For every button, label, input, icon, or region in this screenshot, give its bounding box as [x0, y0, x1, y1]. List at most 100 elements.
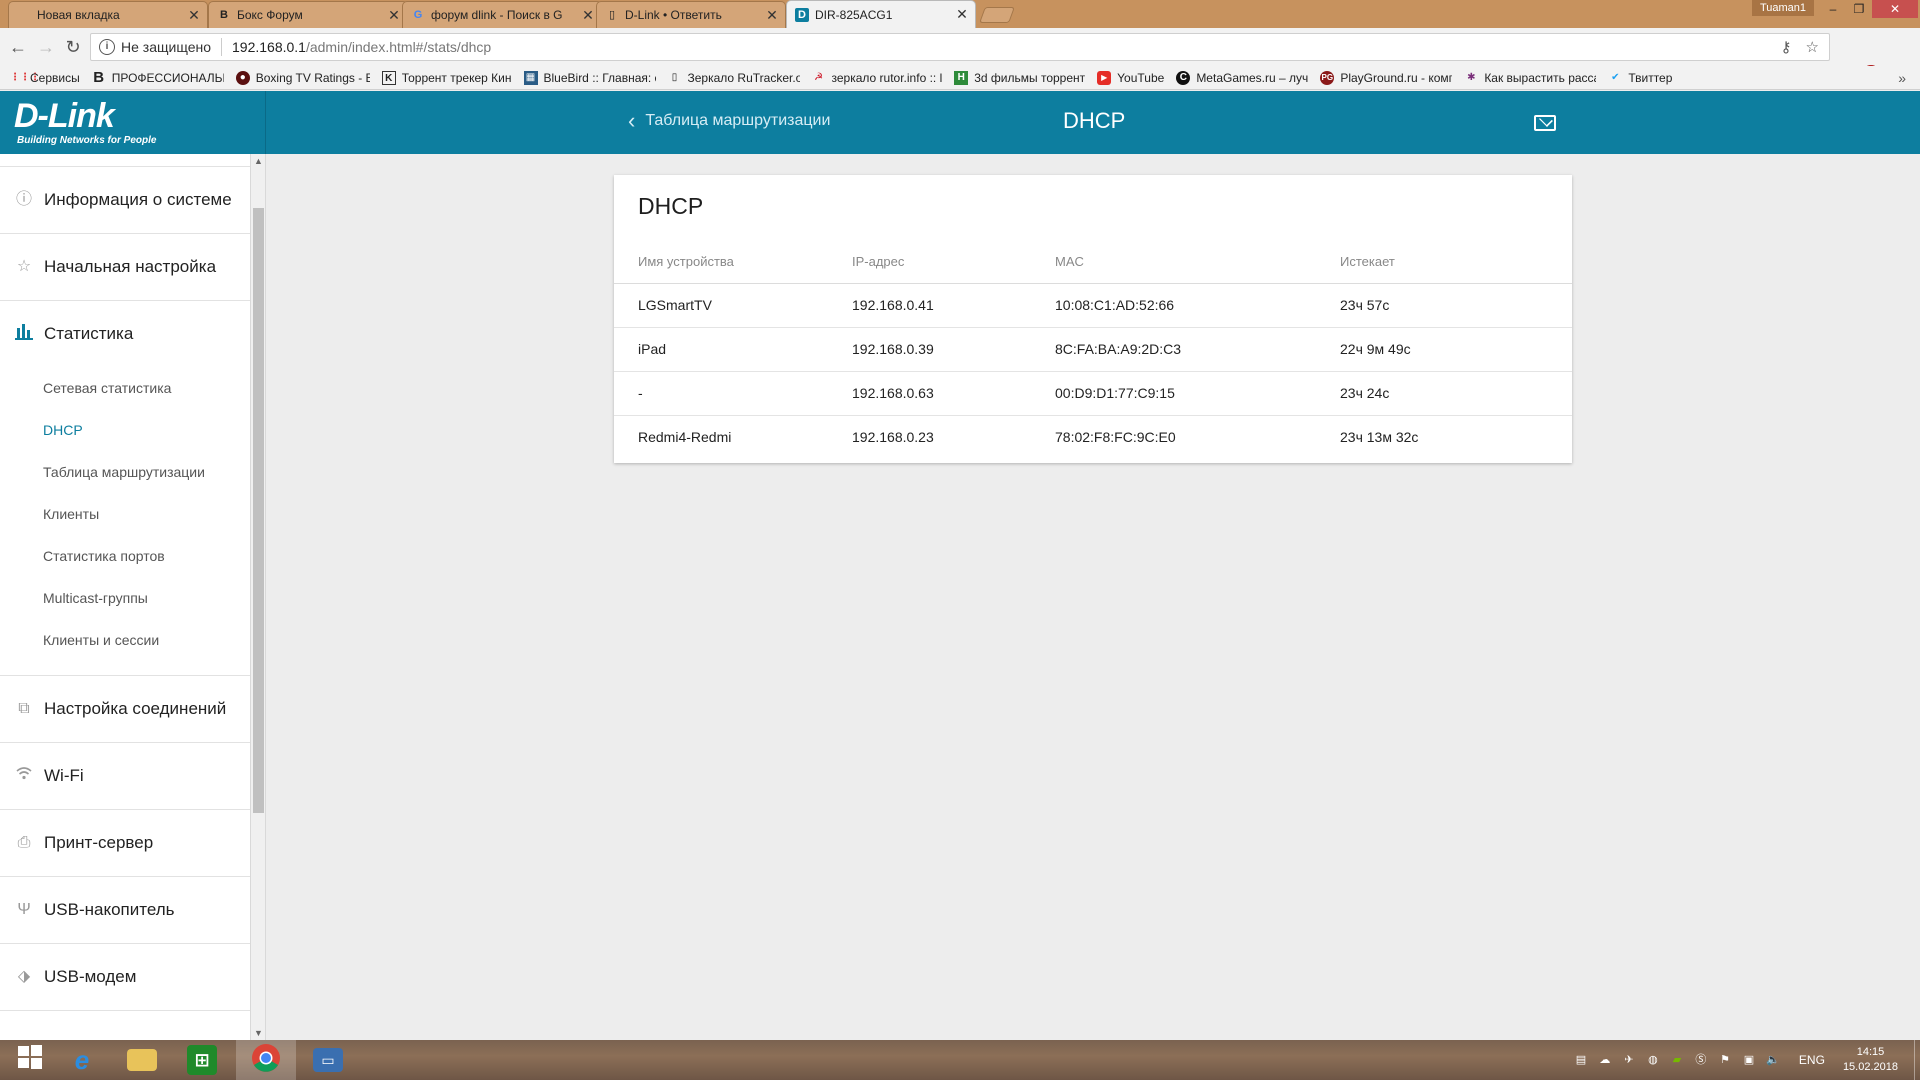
sidebar-item-usb-storage[interactable]: Ψ USB-накопитель	[0, 877, 250, 943]
taskbar-chrome[interactable]	[236, 1040, 296, 1080]
taskbar-store[interactable]: ⊞	[172, 1040, 232, 1080]
mac-cell: 00:D9:D1:77:C9:15	[1055, 371, 1340, 416]
network-share-icon[interactable]: ▤	[1573, 1052, 1589, 1068]
taskbar-remote-desktop[interactable]: ▭	[298, 1040, 358, 1080]
bookmarks-overflow-icon[interactable]: »	[1898, 66, 1906, 90]
scroll-up-arrow-icon[interactable]: ▲	[254, 156, 263, 166]
nvidia-icon[interactable]: ▰	[1669, 1052, 1685, 1068]
chrome-icon	[251, 1043, 281, 1078]
bookmark-item[interactable]: ✔ Твиттер	[1608, 71, 1672, 85]
sidebar-subitem-routing-table[interactable]: Таблица маршрутизации	[0, 451, 250, 493]
mail-icon[interactable]	[1534, 115, 1556, 131]
sidebar-item-connections[interactable]: ⧉ Настройка соединений	[0, 676, 250, 742]
language-indicator[interactable]: ENG	[1799, 1053, 1825, 1067]
info-icon[interactable]: i	[99, 39, 115, 55]
clock[interactable]: 14:15 15.02.2018	[1843, 1045, 1898, 1075]
bookmark-item[interactable]: ● Boxing TV Ratings - E	[235, 70, 370, 85]
close-icon[interactable]: ✕	[953, 6, 971, 23]
sidebar-item-initial-setup[interactable]: ☆ Начальная настройка	[0, 234, 250, 300]
printer-icon: ⎙	[17, 834, 31, 851]
sidebar-subitem-network-stats[interactable]: Сетевая статистика	[0, 367, 250, 409]
skype-icon[interactable]: Ⓢ	[1693, 1052, 1709, 1068]
sidebar-item-statistics[interactable]: Статистика	[0, 301, 250, 367]
forward-arrow-icon[interactable]: →	[36, 37, 56, 57]
ip-cell: 192.168.0.39	[852, 327, 1055, 372]
new-tab-button[interactable]	[979, 7, 1015, 23]
h-logo-icon: H	[954, 70, 969, 85]
ip-cell: 192.168.0.41	[852, 283, 1055, 328]
browser-tray-icon[interactable]: ◍	[1645, 1052, 1661, 1068]
tab-dlink-reply[interactable]: ▯ D-Link • Ответить ✕	[596, 1, 786, 28]
sidebar-scrollbar[interactable]: ▲ ▼	[250, 154, 266, 1040]
sidebar-subitem-multicast-groups[interactable]: Multicast-группы	[0, 577, 250, 619]
statistics-submenu: Сетевая статистика DHCP Таблица маршрути…	[0, 367, 250, 675]
restore-icon[interactable]: ❐	[1846, 0, 1872, 18]
url-input[interactable]: i Не защищено 192.168.0.1 /admin/index.h…	[90, 33, 1830, 61]
bookmark-item[interactable]: ✱ Как вырастить расса	[1464, 71, 1596, 85]
apps-grid-icon: ⋮⋮⋮	[10, 71, 40, 83]
bar-chart-icon	[14, 324, 34, 344]
address-bar-row: ← → ↻ i Не защищено 192.168.0.1 /admin/i…	[0, 28, 1920, 84]
dlink-logo[interactable]: D-Link Building Networks for People	[0, 91, 266, 154]
bookmark-item[interactable]: C MetaGames.ru – лучш	[1176, 70, 1308, 85]
close-icon[interactable]: ✕	[185, 7, 203, 24]
tab-box-forum[interactable]: B Бокс Форум ✕	[208, 1, 408, 28]
profile-badge[interactable]: Tuaman1	[1752, 0, 1814, 16]
sidebar-group-wifi: Wi-Fi	[0, 743, 250, 810]
tab-dir-825acg1[interactable]: D DIR-825ACG1 ✕	[786, 0, 976, 28]
back-link-label: Таблица маршрутизации	[645, 112, 831, 129]
network-icon[interactable]: ▣	[1741, 1052, 1757, 1068]
bookmark-item[interactable]: ☭ зеркало rutor.info :: l	[812, 71, 942, 85]
bookmark-item[interactable]: K Торрент трекер Кин	[381, 70, 512, 85]
window-close-icon[interactable]: ✕	[1872, 0, 1918, 18]
vk-b-icon: B	[220, 9, 228, 21]
divider	[221, 38, 222, 56]
sidebar-item-label: USB-модем	[44, 967, 137, 986]
wifi-icon	[14, 766, 34, 786]
bookmark-star-icon[interactable]: ☆	[1806, 38, 1819, 56]
close-icon[interactable]: ✕	[385, 7, 403, 24]
taskbar-file-explorer[interactable]	[112, 1040, 172, 1080]
show-desktop-button[interactable]	[1914, 1040, 1920, 1080]
bookmark-item[interactable]: H 3d фильмы торрент	[954, 70, 1085, 85]
bookmark-item[interactable]: ▦ BlueBird :: Главная: с	[523, 70, 656, 85]
back-arrow-icon[interactable]: ←	[8, 37, 28, 57]
bookmark-item[interactable]: ▯ Зеркало RuTracker.o	[668, 71, 800, 85]
system-tray: ▤ ☁ ✈ ◍ ▰ Ⓢ ⚑ ▣ 🔈 ENG 14:15 15.02.2018	[1573, 1040, 1920, 1080]
sidebar-subitem-port-stats[interactable]: Статистика портов	[0, 535, 250, 577]
sidebar-group-initial-setup: ☆ Начальная настройка	[0, 234, 250, 301]
windows-start-icon	[18, 1044, 42, 1076]
volume-icon[interactable]: 🔈	[1765, 1052, 1781, 1068]
minimize-icon[interactable]: –	[1820, 0, 1846, 18]
sidebar-item-wifi[interactable]: Wi-Fi	[0, 743, 250, 809]
sidebar-item-usb-modem[interactable]: ⬗ USB-модем	[0, 944, 250, 1010]
cloud-icon[interactable]: ☁	[1597, 1052, 1613, 1068]
bookmark-item[interactable]: ▶ YouTube	[1097, 70, 1164, 85]
back-to-routing-table-link[interactable]: ‹ Таблица маршрутизации	[628, 110, 831, 132]
key-icon[interactable]: ⚷	[1781, 38, 1792, 56]
close-icon[interactable]: ✕	[579, 7, 597, 24]
sidebar-subitem-clients[interactable]: Клиенты	[0, 493, 250, 535]
tab-google-search[interactable]: G форум dlink - Поиск в G ✕	[402, 1, 602, 28]
scrollbar-thumb[interactable]	[253, 208, 264, 813]
sidebar-subitem-clients-sessions[interactable]: Клиенты и сессии	[0, 619, 250, 661]
sidebar-item-system-info[interactable]: ⓘ Информация о системе	[0, 167, 250, 233]
flag-icon[interactable]: ⚑	[1717, 1052, 1733, 1068]
close-icon[interactable]: ✕	[763, 7, 781, 24]
scroll-down-arrow-icon[interactable]: ▼	[254, 1028, 263, 1038]
tab-new-tab[interactable]: Новая вкладка ✕	[8, 1, 208, 28]
bookmark-item[interactable]: ⋮⋮⋮ Сервисы	[10, 71, 80, 85]
security-label[interactable]: Не защищено	[121, 39, 211, 55]
start-button[interactable]	[0, 1040, 60, 1080]
sidebar-item-print-server[interactable]: ⎙ Принт-сервер	[0, 810, 250, 876]
bookmark-item[interactable]: B ПРОФЕССИОНАЛЬН	[92, 70, 223, 85]
taskbar-ie[interactable]: e	[52, 1040, 112, 1080]
sidebar-subitem-dhcp[interactable]: DHCP	[0, 409, 250, 451]
satellite-icon[interactable]: ✈	[1621, 1052, 1637, 1068]
sidebar-item-label: Информация о системе	[44, 190, 232, 209]
clock-date: 15.02.2018	[1842, 1061, 1898, 1073]
card-title: DHCP	[638, 193, 704, 219]
browser-tab-strip: Новая вкладка ✕ B Бокс Форум ✕ G форум d…	[0, 0, 1920, 28]
reload-icon[interactable]: ↻	[63, 37, 83, 57]
bookmark-item[interactable]: PG PlayGround.ru - комп	[1320, 70, 1452, 85]
